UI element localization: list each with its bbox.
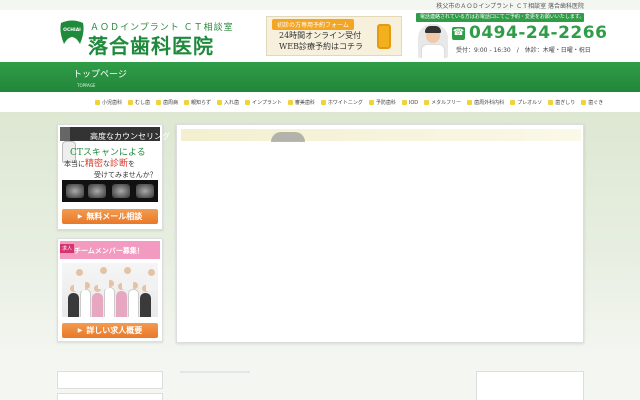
category-link[interactable]: 歯周病 (156, 99, 178, 106)
recruit-heading-bar: 求人 チームメンバー募集！ (60, 241, 160, 259)
counseling-heading-bar: 高度なカウンセリング (60, 127, 170, 141)
square-bullet-icon (184, 100, 190, 105)
category-label: メタルフリー (431, 100, 462, 106)
category-label: 歯周外科内科 (474, 100, 505, 106)
square-bullet-icon (156, 100, 162, 105)
category-link[interactable]: ホワイトニング (320, 99, 363, 106)
logo-mark-text: OCHIAI (63, 27, 81, 33)
footer-widget-left-1 (57, 371, 163, 389)
recruit-banner[interactable]: 求人 チームメンバー募集！ ▶ 詳しい求人概要 (57, 238, 163, 342)
square-bullet-icon (581, 100, 587, 105)
category-label: 予防歯科 (375, 100, 396, 106)
recruit-tag: 求人 (60, 244, 75, 253)
category-label: プレオルソ (517, 100, 543, 106)
counseling-line-3: 受けてみませんか？ (94, 171, 157, 179)
square-bullet-icon (368, 100, 374, 105)
nav-item-sublabel: TOPPAGE (77, 83, 96, 88)
category-label: ホワイトニング (327, 100, 363, 106)
square-bullet-icon (287, 100, 293, 105)
category-link[interactable]: 入れ歯 (216, 99, 239, 106)
footer-widget-right (476, 371, 584, 400)
category-link[interactable]: IOD (401, 99, 419, 106)
tooth-logo-icon[interactable]: OCHIAI (58, 20, 86, 46)
free-mail-consult-button[interactable]: ▶ 無料メール相談 (62, 209, 158, 224)
category-label: 歯ぎしり (555, 100, 576, 106)
banner-badge: 初診の方専用予約フォーム (272, 19, 354, 30)
square-bullet-icon (401, 100, 407, 105)
square-bullet-icon (244, 100, 250, 105)
ct-scan-image (62, 180, 158, 202)
team-photo (62, 263, 158, 317)
smartphone-icon (377, 24, 391, 49)
doctor-avatar (418, 24, 448, 58)
main-slideshow[interactable] (176, 124, 584, 343)
category-link[interactable]: インプラント (244, 99, 282, 106)
phone-notice: 電話連絡されている方はお電話口にてご予約・変更をお願いいたします。 (416, 13, 584, 22)
arrow-right-icon: ▶ (77, 327, 83, 334)
counseling-line-2: 本当に精密な診断を (64, 159, 136, 169)
square-bullet-icon (510, 100, 516, 105)
phone-icon: ☎ (452, 27, 465, 40)
square-bullet-icon (548, 100, 554, 105)
logo-clinic-name[interactable]: 落合歯科医院 (88, 30, 214, 59)
category-link[interactable]: 小児歯科 (95, 99, 122, 106)
counseling-banner[interactable]: 高度なカウンセリング CTスキャンによる 本当に精密な診断を 受けてみませんか？… (57, 124, 170, 230)
recruit-details-label: 詳しい求人概要 (86, 326, 143, 335)
free-mail-consult-label: 無料メール相談 (86, 212, 143, 221)
treatment-category-bar: 小児歯科 むし歯 歯周病 親知らず 入れ歯 インプラント 審美歯科 ホワイトニング 予防歯科 IO… (0, 92, 640, 112)
category-label: 歯ぐき (588, 100, 604, 106)
category-label: インプラント (251, 100, 282, 106)
counseling-heading: 高度なカウンセリング (90, 132, 170, 141)
recruit-details-button[interactable]: ▶ 詳しい求人概要 (62, 323, 158, 338)
banner-line-2: WEB診療予約はコチラ (279, 42, 363, 51)
category-link[interactable]: 歯周外科内科 (467, 99, 504, 106)
category-label: 歯周病 (163, 100, 179, 106)
category-link[interactable]: 親知らず (184, 99, 211, 106)
category-label: 審美歯科 (294, 100, 315, 106)
square-bullet-icon (467, 100, 473, 105)
site-tagline: 秩父市のＡＯＤインプラント ＣＴ相談室 落合歯科医院 (436, 3, 584, 10)
web-reservation-banner[interactable]: 初診の方専用予約フォーム 24時間オンライン受付 WEB診療予約はコチラ (266, 16, 402, 56)
recruit-heading: チームメンバー募集！ (74, 247, 144, 255)
category-link[interactable]: プレオルソ (510, 99, 542, 106)
phone-number-link[interactable]: 0494-24-2266 (469, 23, 607, 43)
global-nav: トップページ TOPPAGE (0, 62, 640, 92)
nav-item-toppage[interactable]: トップページ TOPPAGE (73, 67, 127, 88)
category-label: 入れ歯 (223, 100, 239, 106)
square-bullet-icon (128, 100, 134, 105)
site-header: OCHIAI ＡＯＤインプラント ＣＴ相談室 落合歯科医院 初診の方専用予約フォ… (0, 10, 640, 62)
category-label: 小児歯科 (102, 100, 123, 106)
category-link[interactable]: 予防歯科 (368, 99, 396, 106)
office-hours: 受付：9:00 - 16:30 / 休診：木曜・日曜・祝日 (456, 47, 591, 54)
square-bullet-icon (424, 100, 430, 105)
category-link[interactable]: メタルフリー (424, 99, 461, 106)
category-link[interactable]: 歯ぐき (581, 99, 603, 106)
footer-divider (180, 371, 250, 373)
square-bullet-icon (95, 100, 100, 105)
category-label: 親知らず (191, 100, 211, 106)
square-bullet-icon (216, 100, 222, 105)
slideshow-image (271, 132, 305, 142)
square-bullet-icon (320, 100, 326, 105)
category-label: むし歯 (135, 100, 151, 106)
banner-line-1: 24時間オンライン受付 (279, 31, 362, 40)
footer-widget-left-2 (57, 393, 163, 400)
category-list: 小児歯科 むし歯 歯周病 親知らず 入れ歯 インプラント 審美歯科 ホワイトニング 予防歯科 IO… (95, 99, 609, 106)
category-link[interactable]: 審美歯科 (287, 99, 315, 106)
nav-item-label: トップページ (73, 70, 127, 80)
slideshow-image-strip (181, 129, 581, 142)
arrow-right-icon: ▶ (77, 213, 83, 220)
category-label: IOD (408, 99, 419, 106)
category-link[interactable]: 歯ぎしり (548, 99, 575, 106)
category-link[interactable]: むし歯 (128, 99, 150, 106)
